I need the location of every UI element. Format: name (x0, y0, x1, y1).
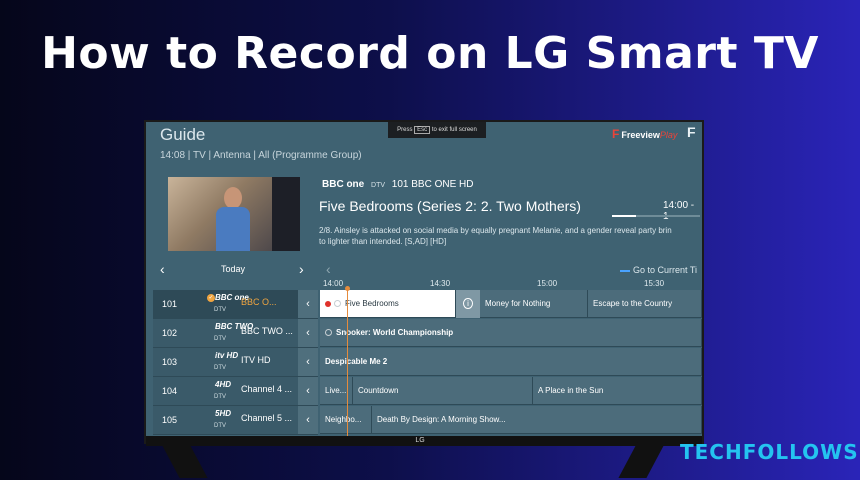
freeview-play: Play (659, 130, 678, 140)
channel-row[interactable]: 104 4HD DTV Channel 4 ... ‹ (153, 377, 318, 406)
go-to-current-label: Go to Current Ti (633, 265, 698, 275)
lg-logo: LG (415, 437, 425, 444)
dtv-label: DTV (214, 394, 226, 400)
person-shirt (216, 207, 250, 251)
chevron-left-icon[interactable]: ‹ (298, 348, 318, 376)
programme-progress-fill (612, 215, 636, 217)
preview-channel-name: 101 BBC ONE HD (391, 179, 474, 190)
freeview-icon[interactable]: F (687, 124, 696, 140)
time-tick: 15:30 (644, 279, 665, 288)
freeview-text: Freeview (621, 130, 660, 140)
next-day-button[interactable]: › (299, 261, 304, 277)
programme-cell-selected[interactable]: Five Bedrooms (320, 290, 456, 318)
description-line-2: to lighter than intended. [S,AD] [HD] (319, 237, 447, 246)
programme-cell[interactable]: Neighbo... (320, 406, 372, 434)
freeview-play-logo: F FreeviewPlay (612, 127, 677, 141)
channel-logo: 5HD (215, 409, 232, 418)
bbc-one-logo: BBC one (322, 179, 365, 190)
time-tick: 15:00 (537, 279, 558, 288)
thumbnail-shadow (272, 177, 300, 251)
channel-name: Channel 5 ... (241, 413, 293, 423)
person-head (224, 187, 242, 209)
prev-day-button[interactable]: ‹ (160, 261, 165, 277)
preview-channel: BBC one DTV 101 BBC ONE HD (322, 179, 474, 190)
current-time-dot (345, 286, 350, 291)
programme-cell[interactable]: Money for Nothing (480, 290, 588, 318)
channel-logo: itv HD (215, 351, 239, 360)
channel-number: 104 (162, 386, 178, 396)
dtv-label: DTV (214, 336, 226, 342)
channel-name: BBC O... (241, 297, 277, 307)
channel-row[interactable]: 105 5HD DTV Channel 5 ... ‹ (153, 406, 318, 435)
esc-key: Esc (414, 126, 431, 134)
channel-number: 102 (162, 328, 178, 338)
dtv-label: DTV (214, 365, 226, 371)
channel-number: 103 (162, 357, 178, 367)
programme-title: Five Bedrooms (Series 2: 2. Two Mothers) (319, 198, 581, 214)
tv-stand-left (160, 442, 208, 478)
channel-row[interactable]: 102 BBC TWO DTV BBC TWO ... ‹ (153, 319, 318, 348)
programme-cell[interactable]: Escape to the Country (588, 290, 702, 318)
programme-progress (612, 215, 700, 217)
day-label: Today (221, 264, 246, 274)
watermark-logo: TECHFOLLOWS (680, 440, 859, 464)
channel-logo: 4HD (215, 380, 232, 389)
grid-scroll-back-button[interactable]: ‹ (326, 261, 331, 277)
dtv-label: DTV (214, 307, 226, 313)
programme-cell[interactable]: Countdown (353, 377, 533, 405)
guide-subtitle: 14:08 | TV | Antenna | All (Programme Gr… (160, 150, 362, 161)
programme-cell[interactable]: Live... (320, 377, 353, 405)
programme-description: 2/8. Ainsley is attacked on social media… (319, 225, 702, 247)
programme-name: Five Bedrooms (345, 299, 399, 308)
channel-number: 105 (162, 415, 178, 425)
time-tick: 14:00 (323, 279, 344, 288)
programme-cell[interactable]: Death By Design: A Morning Show... (372, 406, 702, 434)
programme-time: 14:00 - 1 (663, 200, 695, 222)
channel-name: Channel 4 ... (241, 384, 293, 394)
channel-number: 101 (162, 299, 178, 309)
dtv-label: DTV (371, 182, 386, 189)
time-tick: 14:30 (430, 279, 451, 288)
programme-cell[interactable]: A Place in the Sun (533, 377, 702, 405)
programme-name: Snooker: World Championship (336, 328, 454, 337)
current-time-line (347, 288, 348, 442)
exit-fullscreen-banner: Press Esc to exit full screen (388, 122, 486, 138)
channel-name: BBC TWO ... (241, 326, 293, 336)
tv-stand-right (618, 442, 666, 478)
preview-thumbnail[interactable] (168, 177, 300, 251)
freeview-mark: F (612, 127, 620, 141)
channel-row[interactable]: 101 ✓ BBC one DTV BBC O... ‹ (153, 290, 318, 319)
reminder-icon (325, 329, 332, 337)
programme-cell[interactable]: Despicable Me 2 (320, 348, 702, 376)
page-title: Guide (160, 125, 206, 144)
info-button[interactable]: i (456, 290, 480, 318)
person-figure (216, 187, 250, 251)
channel-row[interactable]: 103 itv HD DTV ITV HD ‹ (153, 348, 318, 377)
record-icon (325, 300, 331, 307)
current-time-marker-icon (620, 269, 630, 272)
chevron-left-icon[interactable]: ‹ (298, 377, 318, 405)
check-icon: ✓ (207, 294, 215, 302)
chevron-left-icon[interactable]: ‹ (298, 290, 318, 318)
reminder-icon (334, 300, 341, 308)
tv-screen: Press Esc to exit full screen Guide 14:0… (146, 122, 702, 442)
programme-cell[interactable]: Snooker: World Championship (320, 319, 702, 347)
dtv-label: DTV (214, 423, 226, 429)
channel-name: ITV HD (241, 355, 271, 365)
exit-suffix: to exit full screen (431, 127, 477, 133)
headline: How to Record on LG Smart TV (41, 28, 819, 79)
go-to-current-time-button[interactable]: Go to Current Ti (620, 265, 697, 275)
chevron-left-icon[interactable]: ‹ (298, 319, 318, 347)
description-line-1: 2/8. Ainsley is attacked on social media… (319, 226, 672, 235)
exit-prefix: Press (397, 127, 413, 133)
chevron-left-icon[interactable]: ‹ (298, 406, 318, 434)
info-icon: i (463, 298, 473, 309)
